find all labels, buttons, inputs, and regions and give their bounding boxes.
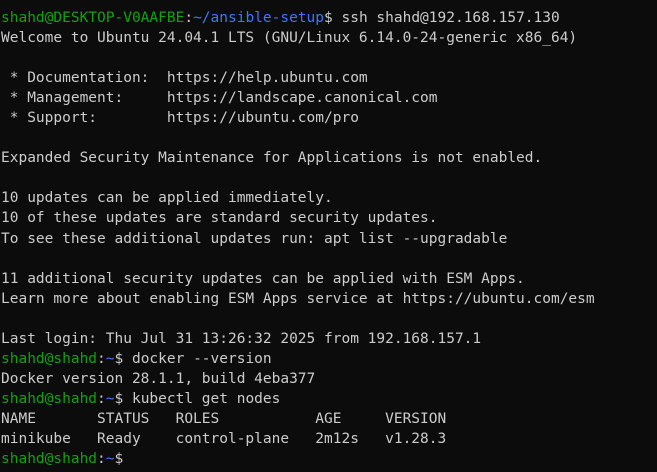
- prompt-user: shahd@shahd: [1, 350, 98, 367]
- output-line: * Management: https://landscape.canonica…: [1, 90, 438, 107]
- prompt-line: shahd@shahd:~$ docker --version: [1, 349, 657, 369]
- prompt-symbol: $: [324, 10, 342, 26]
- command-text: kubectl get nodes: [131, 390, 281, 407]
- output-line: * Support: https://ubuntu.com/pro: [1, 110, 359, 127]
- prompt-separator: :: [184, 10, 194, 26]
- output-line: NAME STATUS ROLES AGE VERSION: [1, 410, 447, 427]
- prompt-symbol: $: [114, 350, 132, 367]
- output-line: Welcome to Ubuntu 24.04.1 LTS (GNU/Linux…: [1, 30, 578, 47]
- prompt-symbol: $: [114, 451, 124, 468]
- output-line: 11 additional security updates can be ap…: [1, 270, 525, 287]
- prompt-line: shahd@shahd:~$: [1, 449, 657, 469]
- prompt-user: shahd@shahd: [1, 390, 98, 407]
- prompt-separator: :: [97, 350, 106, 367]
- output-line: Docker version 28.1.1, build 4eba377: [1, 370, 316, 387]
- prompt-path: ~: [105, 350, 115, 367]
- prompt-line: shahd@DESKTOP-V0AAFBE:~/ansible-setup$ s…: [1, 8, 657, 28]
- output-line: Expanded Security Maintenance for Applic…: [1, 150, 543, 167]
- output-line: Last login: Thu Jul 31 13:26:32 2025 fro…: [1, 330, 482, 347]
- prompt-path: ~: [105, 451, 115, 468]
- prompt-symbol: $: [114, 390, 132, 407]
- prompt-line: shahd@shahd:~$ kubectl get nodes: [1, 389, 657, 409]
- command-text: docker --version: [131, 350, 272, 367]
- command-text: ssh shahd@192.168.157.130: [341, 10, 560, 26]
- output-line: To see these additional updates run: apt…: [1, 230, 508, 247]
- output-line: Learn more about enabling ESM Apps servi…: [1, 290, 595, 307]
- output-line: * Documentation: https://help.ubuntu.com: [1, 70, 368, 87]
- prompt-user: shahd@shahd: [1, 451, 98, 468]
- output-line: 10 of these updates are standard securit…: [1, 210, 438, 227]
- output-line: 10 updates can be applied immediately.: [1, 190, 333, 207]
- prompt-user: shahd@DESKTOP-V0AAFBE: [1, 10, 185, 26]
- prompt-separator: :: [97, 390, 106, 407]
- output-line: minikube Ready control-plane 2m12s v1.28…: [1, 430, 447, 447]
- prompt-path: ~: [105, 390, 115, 407]
- prompt-separator: :: [97, 451, 106, 468]
- prompt-path: ~/ansible-setup: [193, 10, 325, 26]
- terminal-window[interactable]: shahd@DESKTOP-V0AAFBE:~/ansible-setup$ s…: [0, 0, 657, 472]
